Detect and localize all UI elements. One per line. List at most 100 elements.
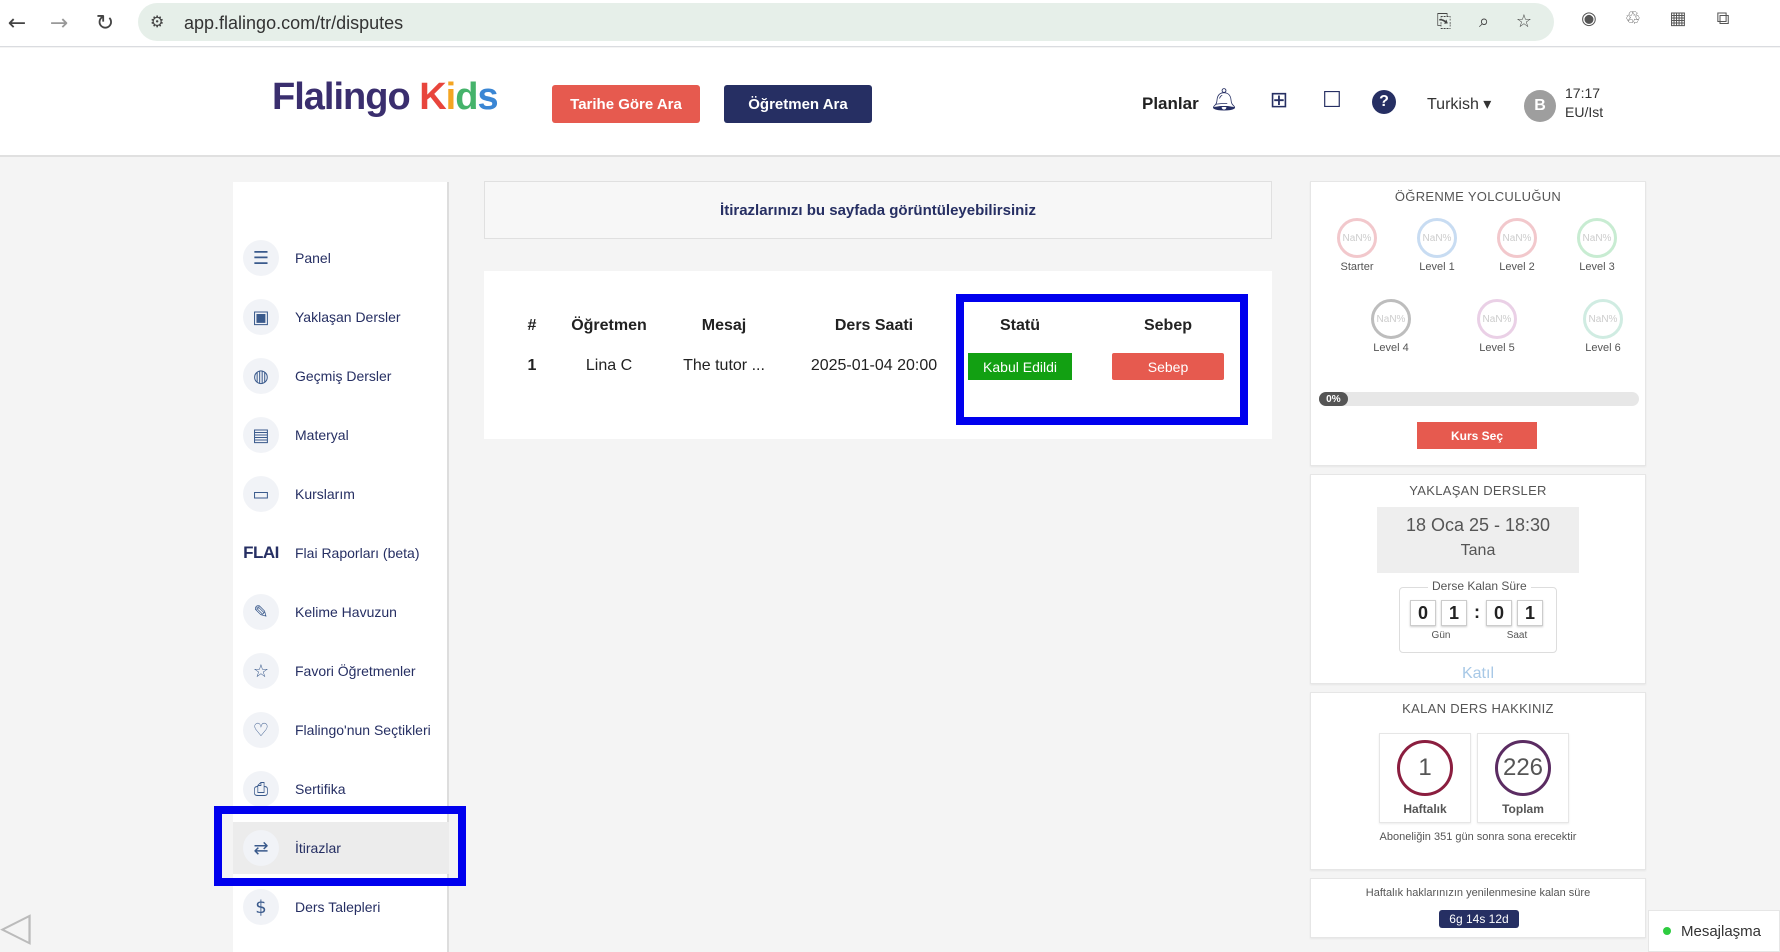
countdown-timer: Derse Kalan Süre 0 1 : 0 1 Gün Saat (1399, 579, 1557, 653)
clock-display: 17:17 EU/Ist (1565, 84, 1603, 122)
upcoming-lesson-box[interactable]: 18 Oca 25 - 18:30 Tana (1377, 507, 1579, 573)
reload-icon[interactable]: ↻ (90, 8, 120, 38)
level-6[interactable]: NaN% Level 6 (1573, 299, 1633, 354)
weekly-renewal-card: Haftalık haklarınızın yenilenmesine kala… (1310, 878, 1646, 938)
address-bar[interactable]: ⚙ app.flalingo.com/tr/disputes ⎘ ⌕ ☆ (138, 3, 1554, 41)
level-starter[interactable]: NaN% Starter (1327, 218, 1387, 273)
back-icon[interactable]: ← (2, 8, 32, 38)
sidebar-item-panel[interactable]: ☰ Panel (233, 232, 449, 284)
messaging-widget[interactable]: Mesajlaşma (1648, 910, 1780, 952)
sidebar-item-favorite-teachers[interactable]: ☆ Favori Öğretmenler (233, 645, 449, 697)
flai-logo-icon: FLAI (243, 543, 279, 562)
countdown-digit: 0 (1410, 600, 1436, 626)
help-icon[interactable]: ? (1372, 90, 1396, 114)
remaining-lessons-title: KALAN DERS HAKKINIZ (1402, 701, 1554, 716)
remaining-lessons-card: KALAN DERS HAKKINIZ 1 Haftalık 226 Topla… (1310, 692, 1646, 870)
level-label: Level 5 (1479, 342, 1515, 354)
sidebar-item-label: Materyal (295, 427, 349, 443)
level-5[interactable]: NaN% Level 5 (1467, 299, 1527, 354)
journey-progress-bar: 0% (1319, 392, 1639, 406)
sidebar-item-past-lessons[interactable]: ◍ Geçmiş Dersler (233, 350, 449, 402)
countdown-digit: 1 (1517, 600, 1543, 626)
sidebar-item-my-courses[interactable]: ▭ Kurslarım (233, 468, 449, 520)
total-quota-label: Toplam (1502, 802, 1544, 816)
row-lesson-time: 2025-01-04 20:00 (810, 357, 938, 374)
bookmark-star-icon[interactable]: ☆ (1512, 11, 1536, 35)
level-label: Level 4 (1373, 342, 1409, 354)
extensions-puzzle-icon[interactable]: ⧉ (1710, 8, 1736, 34)
messaging-label: Mesajlaşma (1681, 922, 1762, 940)
sidebar-item-flai-reports[interactable]: FLAI Flai Raporları (beta) (233, 527, 449, 579)
renewal-time-badge: 6g 14s 12d (1439, 910, 1519, 928)
sidebar-item-label: Geçmiş Dersler (295, 368, 392, 384)
bell-icon[interactable]: 🔔︎ (1209, 88, 1239, 118)
total-quota: 226 Toplam (1477, 733, 1569, 823)
sidebar-item-vocabulary[interactable]: ✎ Kelime Havuzun (233, 586, 449, 638)
online-status-dot (1663, 927, 1671, 935)
money-request-icon: $ (243, 889, 279, 925)
renewal-title: Haftalık haklarınızın yenilenmesine kala… (1365, 887, 1591, 899)
column-header-num: # (527, 317, 537, 334)
scroll-left-arrow-icon[interactable]: ◁ (0, 904, 40, 952)
recycle-ext-icon[interactable]: ♲ (1620, 8, 1646, 34)
sidebar-item-label: Flalingo'nun Seçtikleri (295, 722, 431, 738)
level-3[interactable]: NaN% Level 3 (1567, 218, 1627, 273)
lesson-teacher: Tana (1460, 542, 1496, 559)
forward-icon[interactable]: → (44, 8, 74, 38)
countdown-hour-label: Saat (1506, 630, 1528, 641)
row-num: 1 (527, 357, 537, 374)
zoom-icon[interactable]: ⌕ (1472, 11, 1496, 35)
level-ring: NaN% (1477, 299, 1517, 339)
chrome-ext-icon[interactable]: ◉ (1576, 8, 1602, 34)
level-1[interactable]: NaN% Level 1 (1407, 218, 1467, 273)
column-header-message: Mesaj (701, 317, 747, 334)
level-2[interactable]: NaN% Level 2 (1487, 218, 1547, 273)
level-label: Level 2 (1499, 261, 1535, 273)
sidebar-item-material[interactable]: ▤ Materyal (233, 409, 449, 461)
logo-kids-text: Kids (419, 76, 498, 118)
sidebar-item-label: Sertifika (295, 781, 346, 797)
gift-icon[interactable]: ⊞ (1264, 88, 1294, 118)
flalingo-kids-logo[interactable]: Flalingo Kids (272, 76, 499, 119)
sidebar-item-upcoming-lessons[interactable]: ▣ Yaklaşan Dersler (233, 291, 449, 343)
level-ring: NaN% (1577, 218, 1617, 258)
upcoming-lessons-card: YAKLAŞAN DERSLER 18 Oca 25 - 18:30 Tana … (1310, 474, 1646, 684)
certificate-icon: ⎙ (243, 771, 279, 807)
weekly-quota-value: 1 (1397, 740, 1453, 796)
level-ring: NaN% (1497, 218, 1537, 258)
sidebar-item-label: Ders Talepleri (295, 899, 381, 915)
weekly-quota: 1 Haftalık (1379, 733, 1471, 823)
plans-link[interactable]: Planlar (1142, 94, 1199, 114)
vocabulary-icon: ✎ (243, 594, 279, 630)
sidebar-item-flalingo-picks[interactable]: ♡ Flalingo'nun Seçtikleri (233, 704, 449, 756)
countdown-title: Derse Kalan Süre (1428, 579, 1531, 593)
sidebar-item-lesson-requests[interactable]: $ Ders Talepleri (233, 881, 449, 933)
countdown-day-label: Gün (1431, 630, 1451, 641)
star-bookmark-icon: ☆ (243, 653, 279, 689)
row-message[interactable]: The tutor ... (664, 357, 784, 375)
url-text[interactable]: app.flalingo.com/tr/disputes (184, 13, 403, 34)
search-teacher-button[interactable]: Öğretmen Ara (724, 85, 872, 123)
site-settings-icon[interactable]: ⚙ (150, 12, 170, 32)
search-by-date-button[interactable]: Tarihe Göre Ara (552, 85, 700, 123)
sidebar-item-label: Flai Raporları (beta) (295, 545, 420, 561)
qr-code-icon[interactable]: ▦ (1665, 8, 1691, 34)
total-quota-value: 226 (1495, 740, 1551, 796)
dashboard-icon: ☰ (243, 240, 279, 276)
lesson-time: 18 Oca 25 - 18:30 (1405, 515, 1551, 535)
join-lesson-link[interactable]: Katıl (1311, 665, 1645, 683)
sidebar-item-label: Favori Öğretmenler (295, 663, 416, 679)
level-label: Level 3 (1579, 261, 1615, 273)
install-icon[interactable]: ⎘ (1432, 11, 1456, 35)
column-header-teacher: Öğretmen (571, 317, 647, 334)
chat-icon[interactable]: ☐ (1317, 88, 1347, 118)
avatar[interactable]: B (1524, 90, 1556, 122)
choose-course-button[interactable]: Kurs Seç (1417, 422, 1537, 449)
sidebar-item-label: Kelime Havuzun (295, 604, 397, 620)
countdown-separator: : (1474, 602, 1480, 622)
column-header-lesson-time: Ders Saati (834, 317, 914, 334)
language-dropdown[interactable]: Turkish ▾ (1427, 94, 1491, 114)
level-4[interactable]: NaN% Level 4 (1361, 299, 1421, 354)
level-ring: NaN% (1417, 218, 1457, 258)
weekly-quota-label: Haftalık (1403, 802, 1447, 816)
